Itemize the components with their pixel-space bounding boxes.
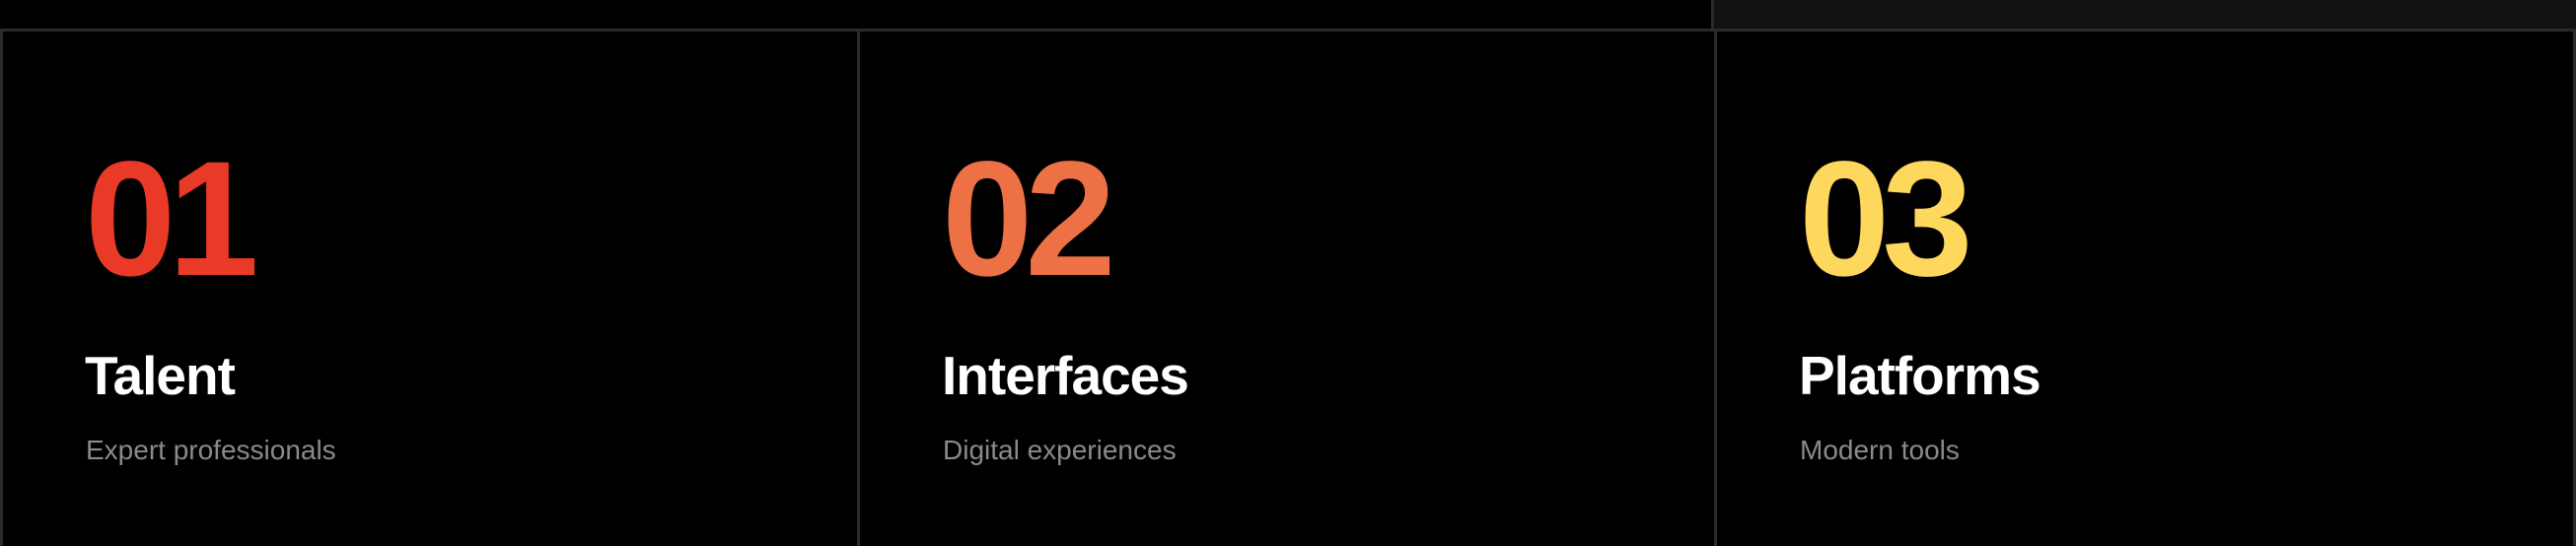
card-subtitle: Expert professionals — [86, 435, 336, 465]
feature-card-interfaces: 02 Interfaces Digital experiences — [860, 32, 1717, 546]
card-subtitle: Modern tools — [1800, 435, 1960, 465]
card-title: Talent — [85, 345, 236, 406]
feature-grid: 01 Talent Expert professionals 02 Interf… — [0, 32, 2576, 546]
card-subtitle: Digital experiences — [943, 435, 1177, 465]
top-strip — [0, 0, 2576, 32]
feature-card-talent: 01 Talent Expert professionals — [3, 32, 860, 546]
card-number: 02 — [942, 128, 1116, 310]
card-number: 01 — [85, 128, 259, 310]
card-number: 03 — [1799, 128, 1973, 310]
card-title: Interfaces — [942, 345, 1189, 406]
top-strip-dark — [0, 0, 1714, 29]
card-title: Platforms — [1799, 345, 2041, 406]
feature-card-platforms: 03 Platforms Modern tools — [1717, 32, 2573, 546]
top-strip-grey — [1714, 0, 2576, 29]
